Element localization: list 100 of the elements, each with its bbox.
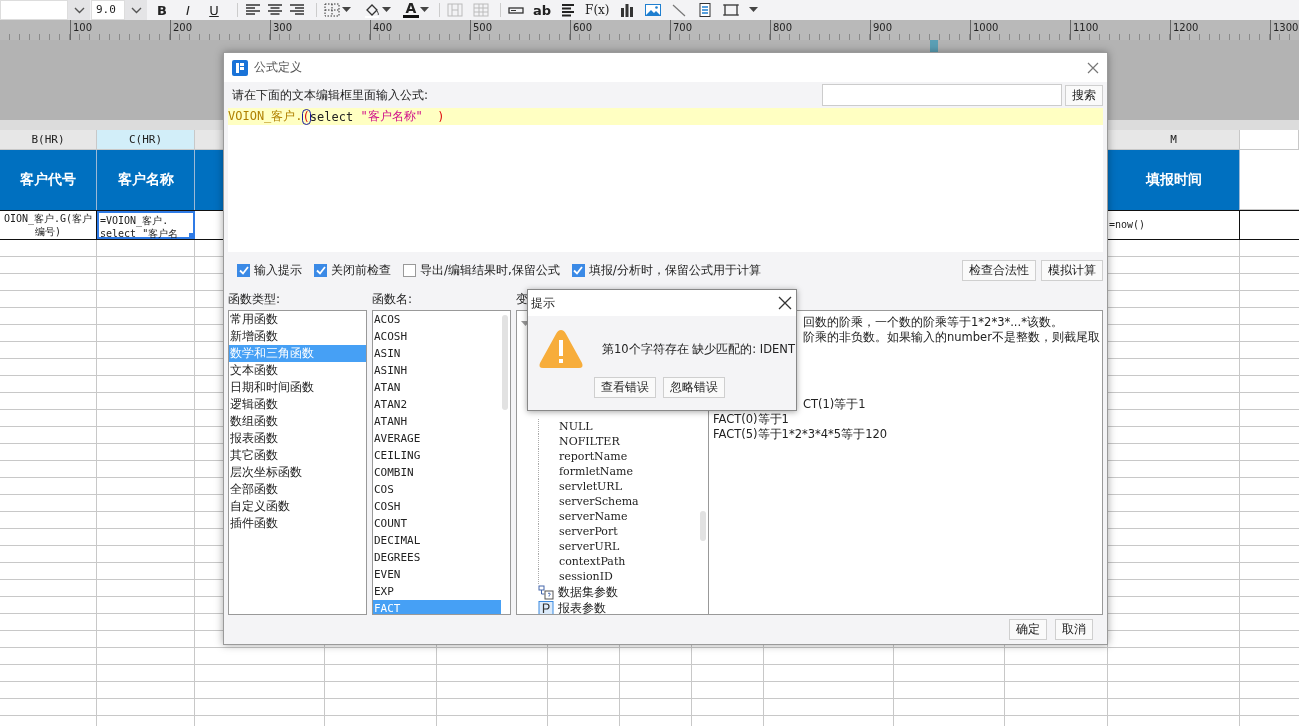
tree-item[interactable]: NOFILTER [559, 435, 620, 448]
font-color-button[interactable]: A [403, 2, 419, 18]
list-label: 变 [516, 290, 528, 308]
ruler-label: 100 [72, 22, 93, 33]
list-item[interactable]: 日期和时间函数 [229, 379, 366, 396]
list-item[interactable]: DECIMAL [373, 532, 510, 549]
caret-icon[interactable] [748, 7, 758, 13]
checkbox[interactable] [314, 263, 327, 277]
list-label: 函数名: [372, 290, 414, 308]
paint-bucket-icon[interactable] [363, 2, 381, 18]
border-icon[interactable] [323, 2, 341, 18]
tree-item[interactable]: formletName [559, 465, 633, 478]
tree-item[interactable]: contextPath [559, 555, 626, 568]
search-button[interactable]: 搜索 [1065, 84, 1103, 106]
ruler-label: 600 [572, 22, 593, 33]
chevron-down-icon [130, 6, 142, 14]
ruler-label: 700 [672, 22, 693, 33]
tree-item[interactable]: NULL [559, 420, 593, 433]
ruler-label: 1100 [1072, 22, 1099, 33]
formula-token: ( [302, 109, 310, 124]
column-header[interactable]: C(HR) [97, 130, 195, 150]
column-header[interactable]: B(HR) [0, 130, 97, 150]
search-field[interactable] [822, 84, 1062, 106]
close-icon[interactable] [778, 296, 792, 310]
list-item[interactable]: AVERAGE [373, 430, 510, 447]
formula-tool-button[interactable]: F(x) [585, 0, 610, 20]
checkbox[interactable] [571, 263, 585, 277]
align-center-icon[interactable] [266, 2, 284, 18]
checkbox[interactable] [237, 263, 250, 277]
caret-icon[interactable] [342, 7, 351, 13]
checkbox-label: 输入提示 [254, 261, 302, 279]
image-icon[interactable] [643, 2, 662, 18]
ruler-label: 300 [272, 22, 293, 33]
dialog-button[interactable]: 确定 [1009, 619, 1047, 640]
tree-item[interactable]: 报表参数 [558, 599, 606, 614]
alert-button[interactable]: 查看错误 [594, 377, 656, 398]
alert-button[interactable]: 忽略错误 [663, 377, 725, 398]
list-item[interactable]: 逻辑函数 [229, 396, 366, 413]
list-item[interactable]: CEILING [373, 447, 510, 464]
tree-item[interactable]: serverSchema [559, 495, 639, 508]
description-text: CT(1)等于1 [803, 397, 866, 411]
list-item[interactable]: COSH [373, 498, 510, 515]
ruler-label: 800 [772, 22, 793, 33]
tree-item[interactable]: reportName [559, 450, 628, 463]
list-item[interactable]: ACOS [373, 311, 510, 328]
scrollbar[interactable] [502, 315, 508, 410]
action-button[interactable]: 检查合法性 [962, 259, 1036, 281]
tree-item[interactable]: serverName [559, 510, 628, 523]
app-logo-icon [232, 59, 248, 76]
align-left-icon[interactable] [244, 2, 262, 18]
italic-button[interactable]: I [175, 0, 201, 20]
checkbox[interactable] [403, 263, 416, 277]
text-tool-button[interactable]: ab [533, 0, 552, 20]
action-button[interactable]: 模拟计算 [1041, 259, 1103, 281]
list-item[interactable]: 自定义函数 [229, 498, 366, 515]
formula-token: "客户名称" [360, 108, 424, 125]
list-item[interactable]: 层次坐标函数 [229, 464, 366, 481]
dialog-button[interactable]: 取消 [1055, 619, 1093, 640]
list-item[interactable]: 插件函数 [229, 515, 366, 532]
list-item[interactable]: DEGREES [373, 549, 510, 566]
tree-item[interactable]: 数据集参数 [558, 583, 618, 601]
warning-icon [538, 328, 584, 370]
list-item[interactable]: ATAN [373, 379, 510, 396]
list-item[interactable]: COS [373, 481, 510, 498]
tree-item[interactable]: servletURL [559, 480, 622, 493]
caret-icon[interactable] [420, 7, 429, 13]
scrollbar[interactable] [700, 511, 706, 541]
list-item[interactable]: COMBIN [373, 464, 510, 481]
tree-item[interactable]: serverURL [559, 540, 620, 553]
formula-editor[interactable]: VOION_客户.(select "客户名称" ) [228, 108, 1103, 252]
underline-button[interactable]: U [201, 0, 227, 20]
list-item[interactable]: ATANH [373, 413, 510, 430]
list-item[interactable]: COUNT [373, 515, 510, 532]
list-item[interactable]: EVEN [373, 566, 510, 583]
font-size-dropdown[interactable]: 9.0 [91, 0, 147, 20]
list-item[interactable]: EXP [373, 583, 510, 600]
list-item[interactable]: ACOSH [373, 328, 510, 345]
formula-token: ) [437, 109, 445, 124]
column-header[interactable]: M [1108, 130, 1240, 150]
tree-item[interactable]: serverPort [559, 525, 618, 538]
table-cell[interactable]: OION_客户.G(客户 编号) [0, 211, 97, 239]
list-item[interactable]: 文本函数 [229, 362, 366, 379]
list-item[interactable]: 数组函数 [229, 413, 366, 430]
frame-icon[interactable] [721, 2, 740, 18]
caret-icon[interactable] [382, 7, 391, 13]
bold-button[interactable]: B [149, 0, 175, 20]
list-item[interactable]: ASINH [373, 362, 510, 379]
list-item[interactable]: 报表函数 [229, 430, 366, 447]
list-item[interactable]: 其它函数 [229, 447, 366, 464]
table-cell[interactable]: =VOION_客户. select "客户名 [97, 211, 195, 239]
align-right-icon[interactable] [288, 2, 306, 18]
ruler-marker[interactable] [930, 40, 938, 52]
list-item[interactable]: ATAN2 [373, 396, 510, 413]
list-item[interactable]: ASIN [373, 345, 510, 362]
tree-item[interactable]: sessionID [559, 570, 613, 583]
list-item[interactable]: 全部函数 [229, 481, 366, 498]
list-item[interactable]: 常用函数 [229, 311, 366, 328]
alert-title: 提示 [531, 294, 556, 312]
dialog-title: 公式定义 [254, 59, 303, 76]
list-item[interactable]: 新增函数 [229, 328, 366, 345]
